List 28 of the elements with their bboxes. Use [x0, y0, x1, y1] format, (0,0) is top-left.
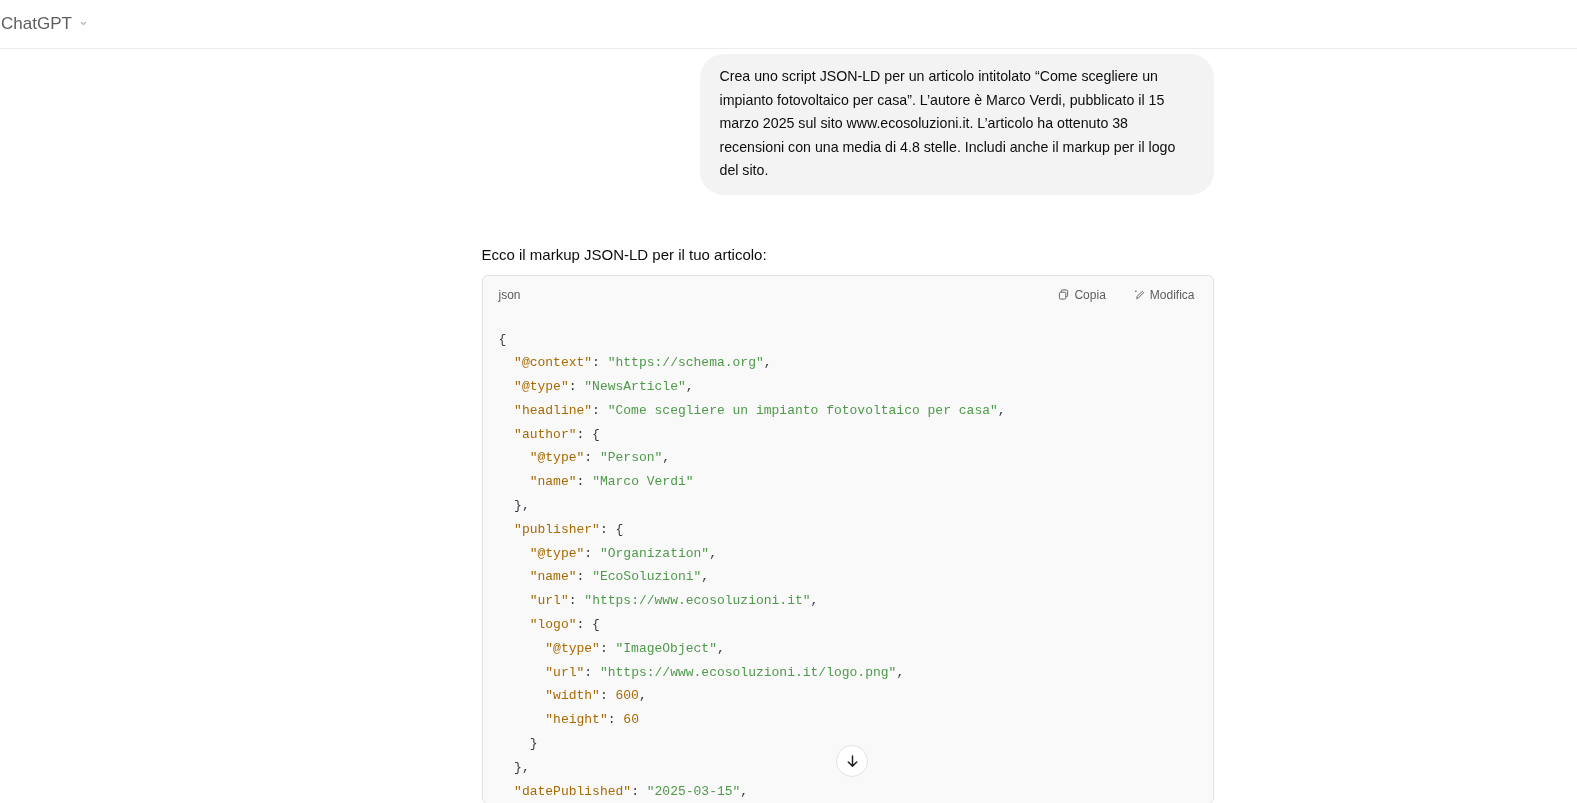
code-line: "headline": "Come scegliere un impianto fotovoltaico per casa",: [513, 401, 1006, 420]
code-line: "width": 600,: [544, 687, 647, 706]
code-line: "name": "EcoSoluzioni",: [528, 568, 710, 587]
code-line: "@type": "NewsArticle",: [513, 378, 694, 397]
code-line: },: [513, 758, 530, 777]
code-line: },: [513, 497, 530, 516]
code-line: "url": "https://www.ecosoluzioni.it/logo.png",: [544, 663, 905, 682]
pencil-icon: [1133, 289, 1145, 300]
code-language: json: [498, 287, 521, 302]
code-line: "publisher": {: [513, 520, 624, 539]
code-line: "logo": {: [528, 616, 600, 635]
code-line: "name": "Marco Verdi": [528, 473, 694, 492]
code-line: }: [528, 735, 538, 754]
assistant-message: Ecco il markup JSON-LD per il tuo articolo:: [481, 244, 768, 265]
code-line: "author": {: [513, 425, 600, 444]
code-line: "@type": "ImageObject",: [544, 639, 725, 658]
code-line: "@type": "Organization",: [528, 544, 717, 563]
code-line: "url": "https://www.ecosoluzioni.it",: [528, 592, 819, 611]
copy-icon: [1058, 289, 1070, 300]
code-line: {: [498, 330, 507, 349]
model-picker[interactable]: ChatGPT ⌄: [0, 14, 89, 34]
code-line: "height": 60: [544, 711, 639, 730]
user-message: Crea uno script JSON-LD per un articolo intitolato “Come scegliere un impianto fotovoltaico per casa”. L’autore è Marco Verdi, pubblicato il 15 marzo 2025 sul sito www.ecosoluzioni.it. L’articolo ha ottenuto 38 recensioni con una media di 4.8 stelle. Includi anche il markup per il logo del sito.: [699, 54, 1214, 195]
edit-button[interactable]: Modifica: [1129, 285, 1199, 304]
copy-button[interactable]: Copia: [1054, 285, 1110, 304]
code-line: "datePublished": "2025-03-15",: [513, 782, 749, 801]
code-line: "@context": "https://schema.org",: [513, 354, 772, 373]
code-line: "@type": "Person",: [528, 449, 671, 468]
